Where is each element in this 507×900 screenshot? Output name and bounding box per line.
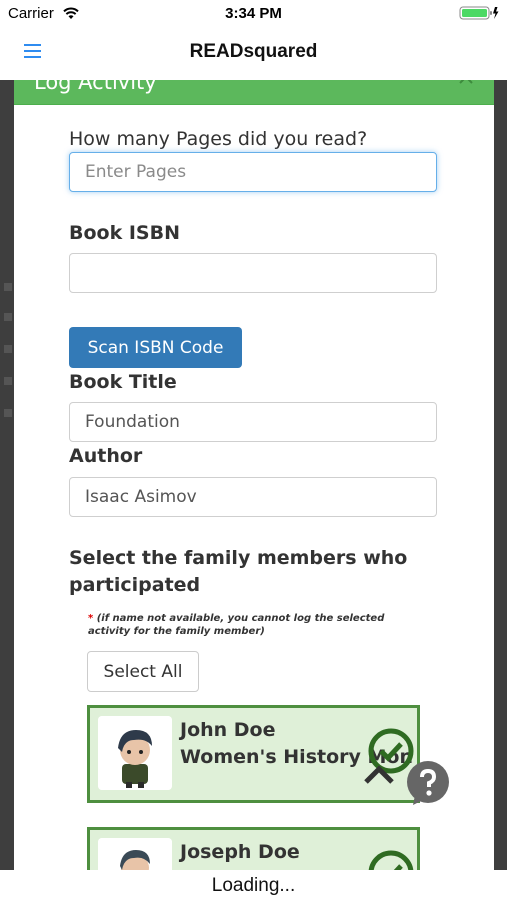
scan-isbn-button[interactable]: Scan ISBN Code bbox=[69, 327, 242, 368]
isbn-label: Book ISBN bbox=[69, 222, 180, 244]
family-note-text: (if name not available, you cannot log t… bbox=[88, 613, 385, 637]
isbn-input[interactable] bbox=[69, 253, 437, 293]
member-name: Joseph Doe bbox=[180, 841, 300, 863]
modal-title: Log Activity bbox=[34, 80, 157, 94]
book-title-label: Book Title bbox=[69, 371, 177, 393]
log-activity-modal: Log Activity How many Pages did you read… bbox=[14, 80, 494, 880]
avatar bbox=[98, 716, 172, 790]
app-title: READsquared bbox=[189, 41, 318, 62]
modal-header: Log Activity bbox=[14, 80, 494, 105]
member-name: John Doe bbox=[180, 719, 276, 741]
author-label: Author bbox=[69, 445, 143, 467]
clock: 3:34 PM bbox=[225, 5, 282, 22]
family-members-heading: Select the family members who participat… bbox=[69, 547, 408, 596]
loading-bar: Loading... bbox=[0, 870, 507, 900]
scroll-top-chevron-icon[interactable] bbox=[362, 762, 396, 786]
pages-question-label: How many Pages did you read? bbox=[69, 128, 368, 150]
chevron-up-icon[interactable] bbox=[458, 80, 474, 88]
author-input[interactable] bbox=[69, 477, 437, 517]
book-title-input[interactable] bbox=[69, 402, 437, 442]
family-member-card[interactable]: John Doe Women's History Mon bbox=[87, 705, 420, 803]
required-star: * bbox=[88, 613, 94, 624]
help-question-icon[interactable] bbox=[405, 761, 451, 807]
loading-text: Loading... bbox=[211, 875, 296, 896]
pages-input[interactable] bbox=[69, 152, 437, 192]
status-bar: Carrier 3:34 PM bbox=[0, 0, 507, 28]
family-note: * (if name not available, you cannot log… bbox=[88, 612, 418, 638]
select-all-button[interactable]: Select All bbox=[87, 651, 199, 692]
navigation-bar: READsquared bbox=[0, 28, 507, 81]
battery-icon bbox=[459, 6, 499, 20]
